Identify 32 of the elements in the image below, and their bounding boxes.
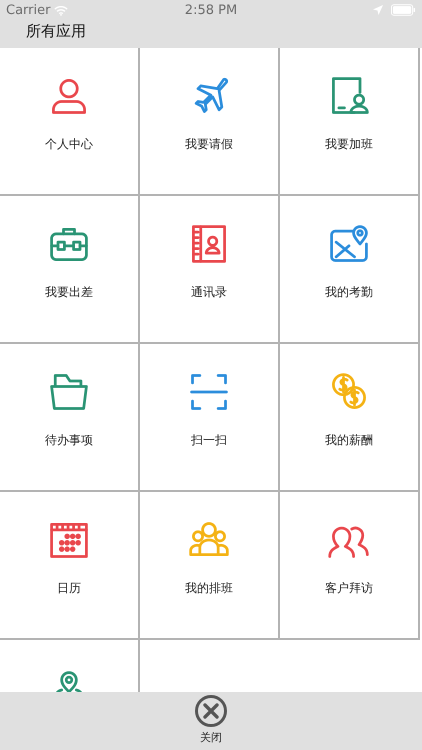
app-label: 我的排班	[185, 580, 233, 597]
app-tile[interactable]: 客户拜访	[280, 492, 420, 640]
close-icon	[194, 694, 228, 728]
app-tile[interactable]: 我要出差	[0, 196, 140, 344]
app-tile[interactable]: 日历	[0, 492, 140, 640]
location-arrow-icon	[372, 5, 383, 15]
carrier-name: Carrier	[6, 2, 50, 18]
app-label: 扫一扫	[191, 432, 227, 449]
app-tile[interactable]: 我的排班	[140, 492, 280, 640]
page-title: 所有应用	[25, 21, 87, 42]
app-label: 我的考勤	[325, 284, 373, 301]
app-tile[interactable]: 我要请假	[140, 48, 280, 196]
app-tile[interactable]: 我的考勤	[280, 196, 420, 344]
app-label: 我要加班	[325, 136, 373, 153]
app-tile[interactable]: 个人中心	[0, 48, 140, 196]
app-label: 我的薪酬	[325, 432, 373, 449]
app-tile[interactable]: 我要加班	[280, 48, 420, 196]
app-label: 我要请假	[185, 136, 233, 153]
app-label: 客户拜访	[325, 580, 373, 597]
app-tile[interactable]: 扫一扫	[140, 344, 280, 492]
app-label: 个人中心	[45, 136, 93, 153]
battery-icon	[390, 4, 416, 16]
app-label: 日历	[57, 580, 81, 597]
wifi-icon	[54, 4, 68, 16]
close-button[interactable]: 关闭	[194, 692, 228, 750]
app-tile[interactable]: 我的薪酬	[280, 344, 420, 492]
status-time: 2:58 PM	[184, 2, 238, 18]
app-tile[interactable]: 待办事项	[0, 344, 140, 492]
app-label: 我要出差	[45, 284, 93, 301]
app-label: 通讯录	[191, 284, 227, 301]
app-tile[interactable]: 通讯录	[140, 196, 280, 344]
app-label: 待办事项	[45, 432, 93, 449]
